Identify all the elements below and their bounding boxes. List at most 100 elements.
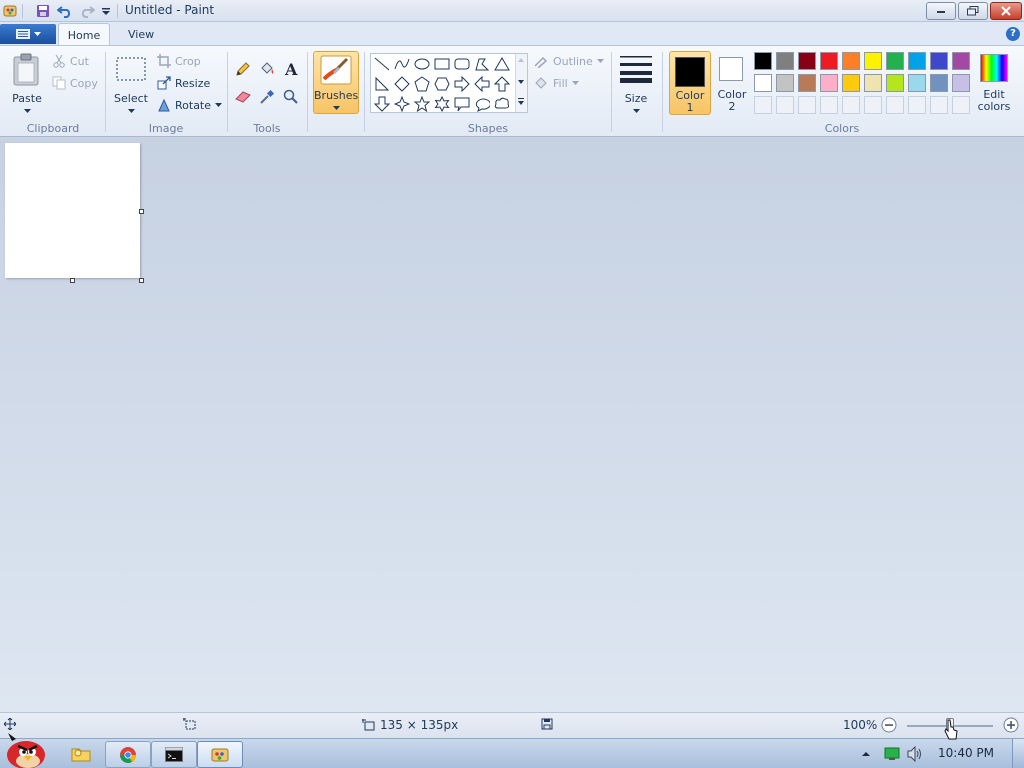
palette-swatch[interactable] (952, 52, 970, 70)
shapes-scroll[interactable] (515, 54, 527, 112)
fill-tool-button[interactable] (257, 59, 277, 79)
customize-toolbar-icon[interactable] (98, 3, 114, 19)
cut-button[interactable]: Cut (52, 52, 89, 70)
tray-overflow-button[interactable] (860, 748, 872, 760)
restore-button[interactable] (958, 2, 988, 20)
color2-button[interactable]: Color 2 (713, 51, 751, 115)
shape-right-triangle[interactable] (372, 74, 392, 94)
palette-swatch[interactable] (908, 52, 926, 70)
paint-menu-button[interactable] (0, 24, 56, 44)
crop-button[interactable]: Crop (157, 52, 201, 70)
paint-taskbar-button[interactable] (197, 741, 243, 768)
palette-swatch[interactable] (842, 52, 860, 70)
size-button[interactable]: Size (616, 50, 656, 116)
shape-rect-callout[interactable] (452, 94, 472, 114)
custom-color-slot[interactable] (842, 96, 860, 114)
shape-five-point-star[interactable] (412, 94, 432, 114)
shape-rectangle[interactable] (432, 54, 452, 74)
zoom-out-button[interactable] (881, 717, 897, 733)
fill-button[interactable]: Fill (533, 74, 579, 92)
palette-swatch[interactable] (930, 52, 948, 70)
network-tray-icon[interactable] (884, 746, 900, 762)
rotate-button[interactable]: Rotate (157, 96, 223, 114)
outline-button[interactable]: Outline (533, 52, 604, 70)
palette-swatch[interactable] (776, 52, 794, 70)
paste-button[interactable]: Paste (8, 50, 46, 116)
shape-pentagon[interactable] (412, 74, 432, 94)
help-icon[interactable]: ? (1006, 27, 1020, 41)
edit-colors-button[interactable]: Edit colors (974, 51, 1014, 115)
custom-color-slot[interactable] (820, 96, 838, 114)
palette-swatch[interactable] (820, 52, 838, 70)
palette-swatch[interactable] (930, 74, 948, 92)
shape-four-point-star[interactable] (392, 94, 412, 114)
canvas-resize-handle-right[interactable] (139, 209, 144, 214)
drawing-canvas[interactable] (5, 143, 140, 278)
shape-right-arrow[interactable] (452, 74, 472, 94)
pencil-tool-button[interactable] (233, 59, 253, 79)
shape-curve[interactable] (392, 54, 412, 74)
text-tool-button[interactable]: A (281, 59, 301, 79)
shape-oval-callout[interactable] (472, 94, 492, 114)
copy-button[interactable]: Copy (52, 74, 98, 92)
palette-swatch[interactable] (864, 52, 882, 70)
palette-swatch[interactable] (776, 74, 794, 92)
zoom-in-button[interactable] (1003, 717, 1019, 733)
shape-hexagon[interactable] (432, 74, 452, 94)
save-icon[interactable] (35, 3, 51, 19)
redo-icon[interactable] (79, 3, 95, 19)
custom-color-slot[interactable] (798, 96, 816, 114)
canvas-resize-handle-corner[interactable] (139, 278, 144, 283)
tab-view[interactable]: View (118, 23, 164, 46)
palette-swatch[interactable] (908, 74, 926, 92)
resize-button[interactable]: Resize (157, 74, 210, 92)
cmd-taskbar-button[interactable] (151, 741, 197, 768)
canvas-workspace[interactable] (0, 138, 1024, 712)
palette-swatch[interactable] (798, 74, 816, 92)
brushes-button[interactable]: Brushes (313, 51, 359, 114)
palette-swatch[interactable] (842, 74, 860, 92)
custom-color-slot[interactable] (952, 96, 970, 114)
shape-polygon[interactable] (472, 54, 492, 74)
shape-oval[interactable] (412, 54, 432, 74)
select-button[interactable]: Select (112, 50, 150, 116)
palette-swatch[interactable] (820, 74, 838, 92)
shape-six-point-star[interactable] (432, 94, 452, 114)
explorer-taskbar-icon[interactable] (70, 743, 92, 765)
shape-line[interactable] (372, 54, 392, 74)
shape-diamond[interactable] (392, 74, 412, 94)
close-button[interactable] (990, 2, 1022, 20)
custom-color-slot[interactable] (930, 96, 948, 114)
eraser-tool-button[interactable] (233, 87, 253, 107)
paint-app-icon[interactable] (2, 3, 18, 19)
magnifier-tool-button[interactable] (281, 87, 301, 107)
shape-rounded-rectangle[interactable] (452, 54, 472, 74)
shape-down-arrow[interactable] (372, 94, 392, 114)
shape-cloud-callout[interactable] (492, 94, 512, 114)
palette-swatch[interactable] (754, 52, 772, 70)
custom-color-slot[interactable] (864, 96, 882, 114)
chrome-taskbar-button[interactable] (105, 741, 151, 768)
shape-left-arrow[interactable] (472, 74, 492, 94)
shape-up-arrow[interactable] (492, 74, 512, 94)
palette-swatch[interactable] (886, 52, 904, 70)
volume-tray-icon[interactable] (906, 745, 924, 763)
shape-triangle[interactable] (492, 54, 512, 74)
custom-color-slot[interactable] (776, 96, 794, 114)
palette-swatch[interactable] (754, 74, 772, 92)
custom-color-slot[interactable] (754, 96, 772, 114)
custom-color-slot[interactable] (908, 96, 926, 114)
color1-button[interactable]: Color 1 (669, 51, 711, 115)
canvas-resize-handle-bottom[interactable] (70, 278, 75, 283)
start-button[interactable] (2, 731, 48, 768)
tab-home[interactable]: Home (58, 23, 110, 46)
undo-icon[interactable] (57, 3, 73, 19)
palette-swatch[interactable] (952, 74, 970, 92)
palette-swatch[interactable] (798, 52, 816, 70)
custom-color-slot[interactable] (886, 96, 904, 114)
clock[interactable]: 10:40 PM (938, 746, 994, 760)
color-picker-tool-button[interactable] (257, 87, 277, 107)
show-desktop-button[interactable] (1012, 739, 1024, 768)
palette-swatch[interactable] (864, 74, 882, 92)
palette-swatch[interactable] (886, 74, 904, 92)
